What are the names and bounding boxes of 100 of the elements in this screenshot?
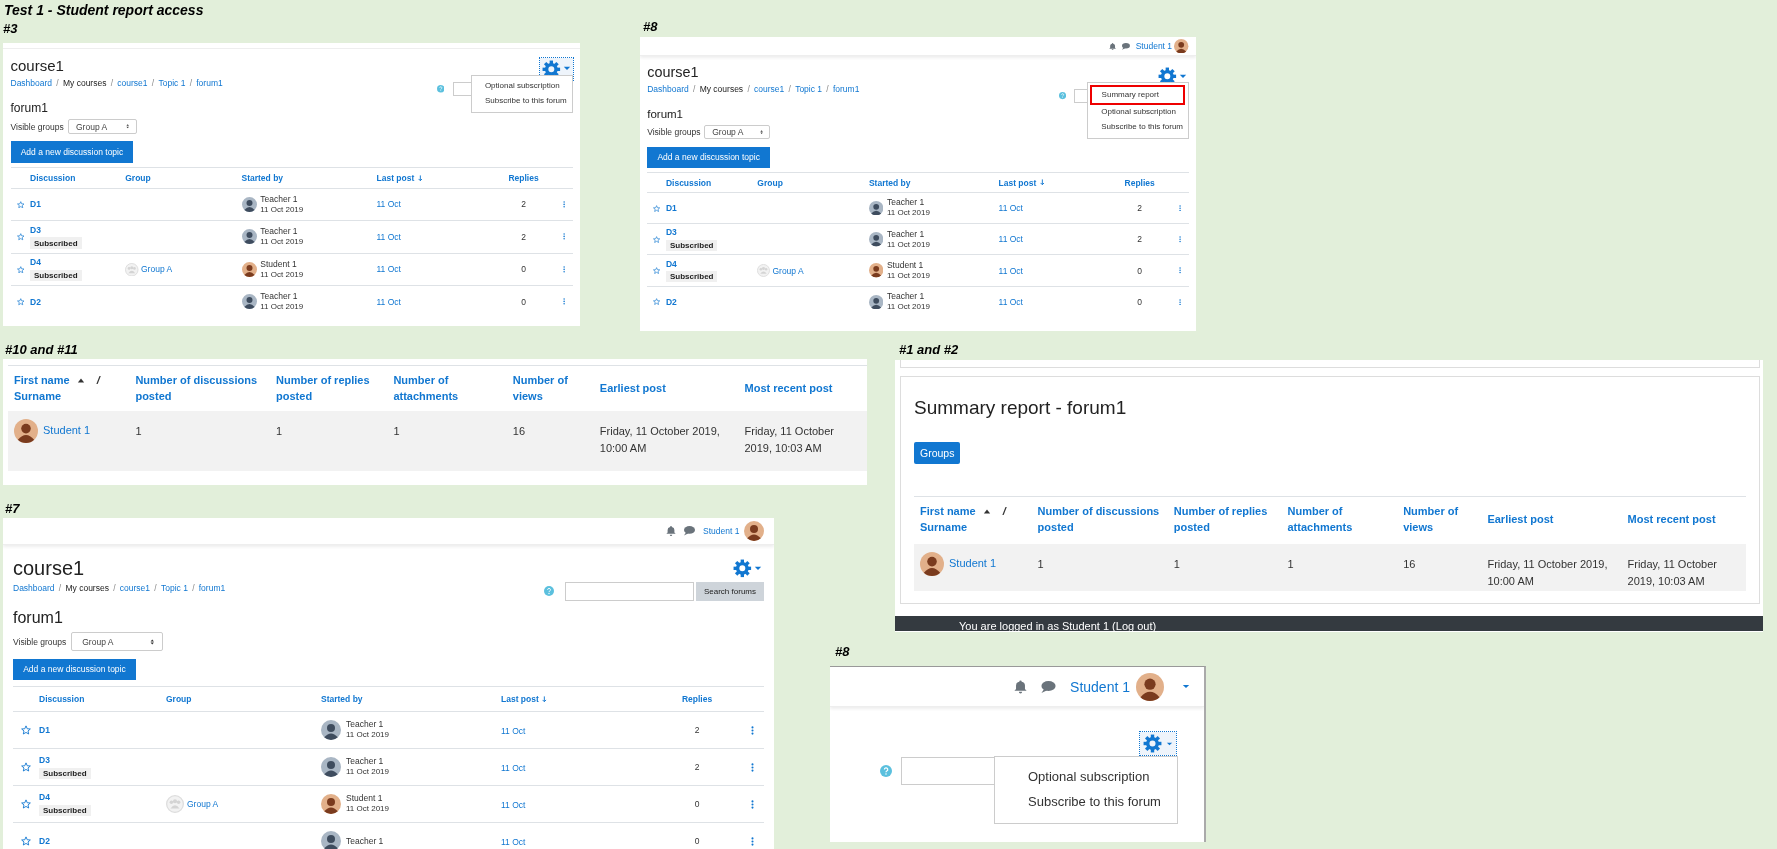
menu-item[interactable]: Subscribe to this forum	[1088, 119, 1188, 135]
last-post-link[interactable]: 11 Oct	[376, 231, 401, 242]
group-link[interactable]: Group A	[187, 799, 219, 810]
breadcrumb-item[interactable]: forum1	[198, 581, 226, 595]
breadcrumb-item: My courses	[65, 581, 109, 595]
breadcrumb-item[interactable]: Topic 1	[160, 581, 188, 595]
header-separator: /	[96, 372, 100, 388]
breadcrumb-item[interactable]: Topic 1	[795, 83, 823, 97]
menu-item[interactable]: Optional subscription	[1088, 104, 1188, 120]
discussion-link[interactable]: D4	[39, 792, 50, 803]
add-discussion-button[interactable]: Add a new discussion topic	[647, 146, 771, 168]
column-header[interactable]: Number of replies posted	[1167, 504, 1282, 537]
search-button[interactable]: Search forums	[695, 581, 764, 601]
column-header[interactable]: Number of replies posted	[270, 372, 388, 405]
menu-item[interactable]: Subscribe to this forum	[472, 93, 572, 110]
column-header[interactable]: Group	[757, 177, 783, 188]
column-header[interactable]: Number of discussions posted	[129, 372, 271, 405]
column-header[interactable]: Last post	[501, 694, 547, 705]
last-post-link[interactable]: 11 Oct	[376, 199, 401, 210]
last-post-link[interactable]: 11 Oct	[998, 265, 1023, 276]
column-header[interactable]: Number of views	[506, 372, 594, 405]
column-header[interactable]: Most recent post	[1621, 512, 1746, 529]
column-header[interactable]: Earliest post	[593, 380, 739, 397]
last-post-link[interactable]: 11 Oct	[501, 836, 526, 847]
menu-item[interactable]: Optional subscription	[472, 78, 572, 94]
column-header[interactable]: Replies	[508, 172, 539, 183]
user-link[interactable]: Student 1	[43, 422, 91, 440]
discussion-link[interactable]: D3	[665, 227, 677, 238]
discussion-link[interactable]: D2	[665, 296, 677, 307]
column-header[interactable]: Number of discussions posted	[1031, 504, 1168, 537]
column-header[interactable]: Discussion	[39, 694, 85, 705]
breadcrumb-item[interactable]: Dashboard	[13, 581, 55, 595]
column-header[interactable]: Number of attachments	[387, 372, 507, 405]
breadcrumb-item[interactable]: forum1	[196, 76, 223, 90]
breadcrumb-item[interactable]: Dashboard	[10, 76, 53, 90]
column-header[interactable]: Group	[166, 694, 192, 705]
column-header[interactable]: Discussion	[30, 172, 76, 183]
column-header[interactable]: Last post	[998, 177, 1045, 188]
table-cell-text: 16	[511, 424, 527, 439]
group-select[interactable]: Group A	[67, 119, 137, 134]
group-link[interactable]: Group A	[141, 264, 173, 275]
last-post-link[interactable]: 11 Oct	[998, 234, 1023, 245]
menu-item[interactable]: Optional subscription	[995, 765, 1177, 790]
breadcrumb-item[interactable]: course1	[117, 76, 148, 90]
breadcrumb-item[interactable]: course1	[754, 83, 785, 97]
breadcrumb-separator: /	[693, 83, 696, 97]
breadcrumb-separator: /	[788, 83, 791, 97]
column-header[interactable]: Most recent post	[738, 380, 867, 397]
last-post-link[interactable]: 11 Oct	[376, 264, 401, 275]
discussion-link[interactable]: D3	[39, 755, 50, 766]
last-post-link[interactable]: 11 Oct	[376, 296, 401, 307]
column-header[interactable]: Number of attachments	[1281, 504, 1398, 537]
column-header[interactable]: Discussion	[665, 177, 712, 188]
user-link[interactable]: Student 1	[949, 555, 997, 573]
author-name: Student 1	[260, 258, 298, 270]
breadcrumb-item[interactable]: course1	[119, 581, 151, 595]
column-header[interactable]: Started by	[868, 177, 911, 188]
author-name: Teacher 1	[260, 226, 299, 238]
add-discussion-button[interactable]: Add a new discussion topic	[13, 658, 136, 681]
last-post-link[interactable]: 11 Oct	[501, 762, 526, 773]
last-post-link[interactable]: 11 Oct	[501, 725, 526, 736]
last-post-link[interactable]: 11 Oct	[998, 203, 1023, 214]
user-menu-link[interactable]: Student 1	[703, 526, 740, 536]
breadcrumb-item[interactable]: Topic 1	[158, 76, 186, 90]
column-header-link[interactable]: Surname	[14, 388, 130, 405]
groups-button[interactable]: Groups	[914, 441, 961, 464]
column-header[interactable]: Started by	[321, 694, 363, 705]
discussion-link[interactable]: D1	[30, 199, 41, 210]
group-select[interactable]: Group A	[71, 632, 164, 652]
column-header[interactable]: Started by	[241, 172, 284, 183]
last-post-link[interactable]: 11 Oct	[998, 296, 1023, 307]
discussion-link[interactable]: D4	[30, 257, 41, 268]
breadcrumb-separator: /	[154, 581, 157, 595]
discussion-link[interactable]: D2	[39, 836, 50, 847]
discussion-link[interactable]: D2	[30, 296, 41, 307]
menu-item[interactable]: Summary report	[1090, 85, 1186, 105]
discussion-link[interactable]: D3	[30, 224, 41, 235]
column-header[interactable]: Replies	[681, 694, 713, 705]
header-separator: /	[1002, 504, 1006, 520]
discussion-link[interactable]: D1	[39, 725, 50, 736]
breadcrumb-item[interactable]: forum1	[832, 83, 860, 97]
status-badge: Subscribed	[30, 269, 82, 282]
user-menu-link[interactable]: Student 1	[1135, 41, 1173, 52]
menu-item[interactable]: Subscribe to this forum	[995, 789, 1177, 815]
discussion-link[interactable]: D1	[665, 203, 677, 214]
last-post-link[interactable]: 11 Oct	[501, 799, 526, 810]
group-link[interactable]: Group A	[772, 265, 804, 276]
add-discussion-button[interactable]: Add a new discussion topic	[10, 141, 134, 163]
column-header-link[interactable]: Surname	[920, 520, 1032, 537]
column-header-link[interactable]: First name	[920, 504, 991, 521]
column-header[interactable]: Number of views	[1397, 504, 1482, 537]
group-select[interactable]: Group A	[704, 125, 771, 140]
column-header[interactable]: Group	[125, 172, 151, 183]
column-header[interactable]: Last post	[376, 172, 423, 183]
discussion-link[interactable]: D4	[665, 258, 677, 269]
column-header-link[interactable]: First name	[14, 372, 85, 389]
column-header[interactable]: Replies	[1124, 177, 1155, 188]
user-menu-link[interactable]: Student 1	[1070, 678, 1130, 695]
breadcrumb-item[interactable]: Dashboard	[647, 83, 689, 97]
column-header[interactable]: Earliest post	[1481, 512, 1622, 529]
